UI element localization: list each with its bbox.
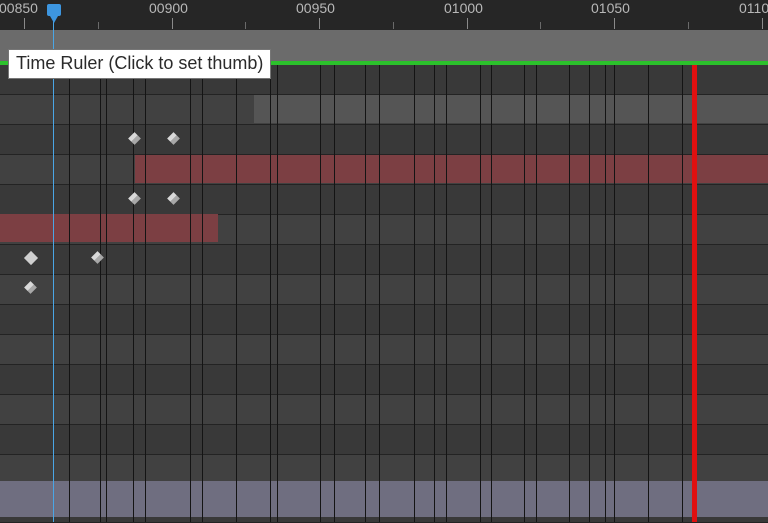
current-time-marker[interactable] <box>692 65 697 522</box>
grid-line <box>320 65 321 522</box>
layer-bar-selected[interactable] <box>0 214 218 242</box>
grid-line <box>414 65 415 522</box>
grid-line <box>100 65 101 522</box>
grid-line <box>480 65 481 522</box>
playhead-line[interactable] <box>53 16 54 522</box>
grid-line <box>614 65 615 522</box>
track-row-selected[interactable] <box>0 481 768 518</box>
grid-line <box>434 65 435 522</box>
ruler-tick <box>540 22 541 29</box>
grid-line <box>145 65 146 522</box>
grid-line <box>365 65 366 522</box>
ruler-tick <box>393 22 394 29</box>
track-row[interactable] <box>0 305 768 335</box>
track-row[interactable] <box>0 517 768 523</box>
time-ruler[interactable]: 00850 00900 00950 01000 01050 0110 <box>0 0 768 30</box>
ruler-tick <box>319 18 320 29</box>
grid-line <box>569 65 570 522</box>
ruler-label: 00900 <box>149 0 188 16</box>
ruler-tick <box>98 22 99 29</box>
grid-line <box>236 65 237 522</box>
grid-line <box>69 65 70 522</box>
grid-line <box>524 65 525 522</box>
grid-line <box>277 65 278 522</box>
grid-line <box>589 65 590 522</box>
grid-line <box>682 65 683 522</box>
ruler-tick <box>614 18 615 29</box>
tooltip: Time Ruler (Click to set thumb) <box>8 49 272 79</box>
grid-line <box>270 65 271 522</box>
ruler-label: 01000 <box>444 0 483 16</box>
grid-line <box>202 65 203 522</box>
ruler-tick <box>245 22 246 29</box>
track-row[interactable] <box>0 425 768 455</box>
ruler-label: 0110 <box>739 0 768 16</box>
track-row[interactable] <box>0 365 768 395</box>
ruler-tick <box>172 18 173 29</box>
ruler-label: 00950 <box>296 0 335 16</box>
grid-line <box>334 65 335 522</box>
ruler-tick <box>688 22 689 29</box>
layer-bar-selected[interactable] <box>135 155 768 183</box>
ruler-tick <box>762 18 763 29</box>
layer-bar[interactable] <box>254 95 768 123</box>
ruler-tick <box>467 18 468 29</box>
grid-line <box>536 65 537 522</box>
playhead-thumb-icon[interactable] <box>47 4 61 23</box>
grid-line <box>190 65 191 522</box>
ruler-tick <box>24 18 25 29</box>
track-row[interactable] <box>0 275 768 305</box>
grid-line <box>106 65 107 522</box>
track-row[interactable] <box>0 185 768 215</box>
grid-line <box>446 65 447 522</box>
grid-line <box>379 65 380 522</box>
grid-line <box>491 65 492 522</box>
track-row[interactable] <box>0 335 768 365</box>
timeline-tracks <box>0 65 768 523</box>
grid-line <box>605 65 606 522</box>
grid-line <box>648 65 649 522</box>
ruler-label: 00850 <box>0 0 38 16</box>
track-row[interactable] <box>0 125 768 155</box>
track-row[interactable] <box>0 395 768 425</box>
track-row[interactable] <box>0 245 768 275</box>
ruler-label: 01050 <box>591 0 630 16</box>
